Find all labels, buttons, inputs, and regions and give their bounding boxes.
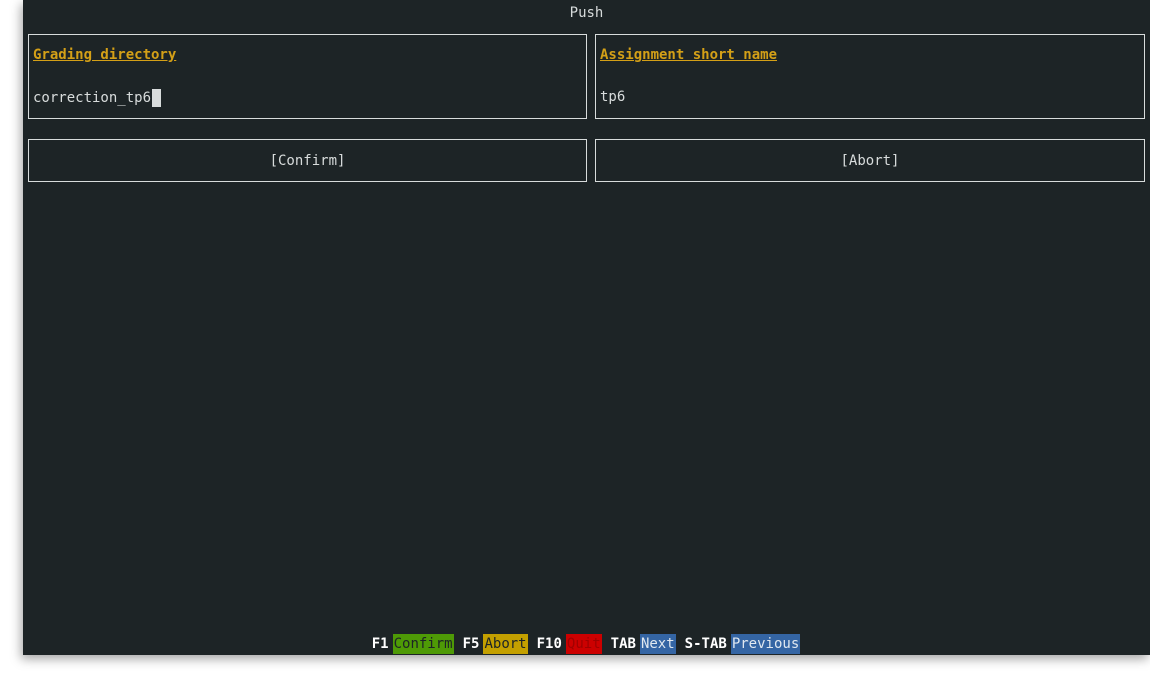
shortcut-action-confirm[interactable]: Confirm bbox=[392, 633, 454, 654]
assignment-short-name-label: Assignment short name bbox=[600, 47, 778, 63]
shortcut-action-abort[interactable]: Abort bbox=[483, 633, 528, 654]
shortcut-action-previous[interactable]: Previous bbox=[730, 633, 801, 654]
assignment-short-name-value: tp6 bbox=[600, 89, 626, 105]
shortcut-key-tab: TAB bbox=[610, 635, 636, 652]
shortcut-key-f5: F5 bbox=[462, 635, 480, 652]
terminal-window: Push Grading directory correction_tp6 As… bbox=[23, 0, 1150, 655]
grading-directory-input[interactable]: correction_tp6 bbox=[33, 89, 162, 107]
dialog-title: Push bbox=[569, 5, 604, 21]
text-cursor bbox=[152, 89, 162, 107]
confirm-button[interactable]: [Confirm] bbox=[28, 139, 587, 182]
abort-button[interactable]: [Abort] bbox=[595, 139, 1145, 182]
grading-directory-value: correction_tp6 bbox=[33, 90, 152, 106]
grading-directory-label: Grading directory bbox=[33, 47, 177, 63]
assignment-short-name-input[interactable]: tp6 bbox=[600, 89, 625, 105]
shortcut-key-s-tab: S-TAB bbox=[684, 635, 727, 652]
shortcut-key-f10: F10 bbox=[536, 635, 562, 652]
shortcut-action-next[interactable]: Next bbox=[639, 633, 676, 654]
shortcut-key-f1: F1 bbox=[371, 635, 389, 652]
grading-directory-field[interactable]: Grading directory correction_tp6 bbox=[28, 34, 587, 119]
shortcut-action-quit[interactable]: Quit bbox=[565, 633, 602, 654]
assignment-short-name-field[interactable]: Assignment short name tp6 bbox=[595, 34, 1145, 119]
shortcut-bar: F1 Confirm F5 Abort F10 Quit TAB Next S-… bbox=[23, 633, 1150, 654]
